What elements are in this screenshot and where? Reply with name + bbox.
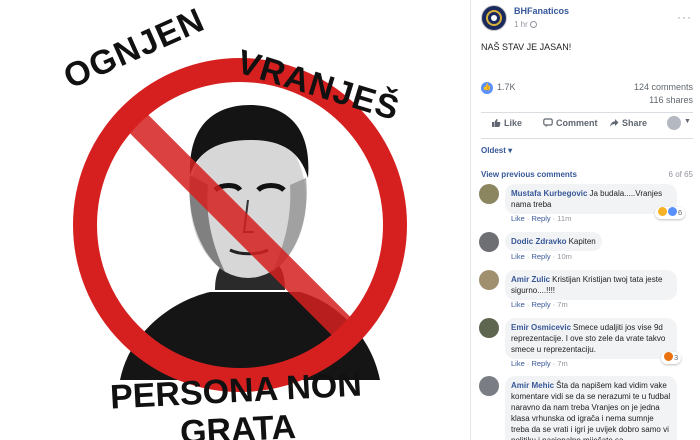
avatar[interactable]: [479, 232, 499, 252]
like-reaction-icon: 👍: [481, 82, 493, 94]
comment-like-link[interactable]: Like: [511, 359, 525, 368]
comment-author[interactable]: Dodic Zdravko: [511, 237, 567, 246]
comment-reply-link[interactable]: Reply: [531, 359, 550, 368]
post-side-panel: BHFanaticos 1 hr ··· NAŠ STAV JE JASAN! …: [470, 0, 700, 440]
speech-bubble-icon: [543, 118, 553, 128]
page-name-link[interactable]: BHFanaticos: [514, 6, 569, 16]
comments-count[interactable]: 124 comments: [634, 82, 693, 92]
avatar[interactable]: [479, 184, 499, 204]
comment-actions: Like · Reply · 11m: [511, 214, 572, 223]
comment-bubble: Mustafa Kurbegovic Ja budala.....Vranjes …: [505, 184, 677, 214]
avatar[interactable]: [479, 318, 499, 338]
avatar[interactable]: [479, 376, 499, 396]
post-text: NAŠ STAV JE JASAN!: [481, 42, 572, 52]
post-header: BHFanaticos 1 hr ···: [481, 4, 696, 34]
comment-reactions[interactable]: 3: [661, 352, 682, 364]
comment-time[interactable]: 11m: [557, 214, 571, 223]
comment-like-link[interactable]: Like: [511, 252, 525, 261]
thumbs-up-icon: [492, 119, 501, 127]
comment-author[interactable]: Amir Zulic: [511, 275, 550, 284]
comment-reply-link[interactable]: Reply: [531, 214, 550, 223]
page-avatar[interactable]: [481, 5, 507, 31]
comment-author[interactable]: Mustafa Kurbegovic: [511, 189, 587, 198]
comment-button[interactable]: Comment: [543, 118, 598, 128]
reactions-summary: 👍 1.7K 124 comments 116 shares: [481, 80, 693, 110]
comment-actions: Like · Reply · 7m: [511, 359, 568, 368]
comment-reply-link[interactable]: Reply: [531, 252, 550, 261]
divider: [481, 112, 693, 113]
divider: [481, 138, 693, 139]
comment-like-link[interactable]: Like: [511, 214, 525, 223]
comment-item: Dodic Zdravko Kapiten Like · Reply · 10m: [479, 232, 693, 262]
comment-bubble: Amir Zulic Kristijan Kristijan twoj tata …: [505, 270, 677, 300]
comment-text: Kapiten: [568, 237, 596, 246]
like-button[interactable]: Like: [491, 118, 522, 128]
comment-item: Amir Mehic Šta da napišem kad vidim vake …: [479, 376, 693, 440]
post-actions: Like Comment Share ▼: [481, 116, 693, 136]
post-timestamp[interactable]: 1 hr: [514, 20, 537, 29]
chevron-down-icon[interactable]: ▼: [684, 118, 691, 125]
avatar[interactable]: [479, 270, 499, 290]
comment-reply-link[interactable]: Reply: [531, 300, 550, 309]
post-image[interactable]: OGNJEN VRANJEŠ PERSONA NON GRATA: [0, 0, 470, 440]
comment-item: Amir Zulic Kristijan Kristijan twoj tata …: [479, 270, 693, 312]
angry-reaction-icon: [664, 352, 673, 361]
comment-reactions[interactable]: 6: [655, 207, 686, 219]
comment-actions: Like · Reply · 7m: [511, 300, 568, 309]
comment-time[interactable]: 7m: [557, 300, 567, 309]
comment-author[interactable]: Emir Osmicevic: [511, 323, 571, 332]
comment-author[interactable]: Amir Mehic: [511, 381, 554, 390]
comment-time[interactable]: 7m: [557, 359, 567, 368]
view-previous-comments-link[interactable]: View previous comments: [481, 170, 577, 179]
reactions-count[interactable]: 1.7K: [497, 82, 516, 92]
comment-bubble: Emir Osmicevic Smece udaljiti jos vise 9d…: [505, 318, 677, 359]
comment-bubble: Amir Mehic Šta da napišem kad vidim vake …: [505, 376, 677, 440]
viewer-avatar[interactable]: [667, 116, 681, 130]
comment-actions: Like · Reply · 10m: [511, 252, 572, 261]
comment-item: Mustafa Kurbegovic Ja budala.....Vranjes …: [479, 184, 693, 226]
comment-bubble: Dodic Zdravko Kapiten: [505, 232, 602, 251]
comment-position: 6 of 65: [668, 170, 693, 179]
like-reaction-icon: [668, 207, 677, 216]
comment-item: Emir Osmicevic Smece udaljiti jos vise 9d…: [479, 318, 693, 370]
view-previous-comments: View previous comments 6 of 65: [481, 170, 693, 179]
share-button[interactable]: Share: [609, 118, 647, 128]
globe-icon: [529, 21, 537, 28]
comment-like-link[interactable]: Like: [511, 300, 525, 309]
haha-reaction-icon: [658, 207, 667, 216]
shares-count[interactable]: 116 shares: [649, 95, 693, 105]
comment-sort-dropdown[interactable]: Oldest ▾: [481, 146, 512, 155]
more-options-icon[interactable]: ···: [677, 10, 692, 24]
share-arrow-icon: [610, 119, 619, 127]
comment-time[interactable]: 10m: [557, 252, 572, 261]
